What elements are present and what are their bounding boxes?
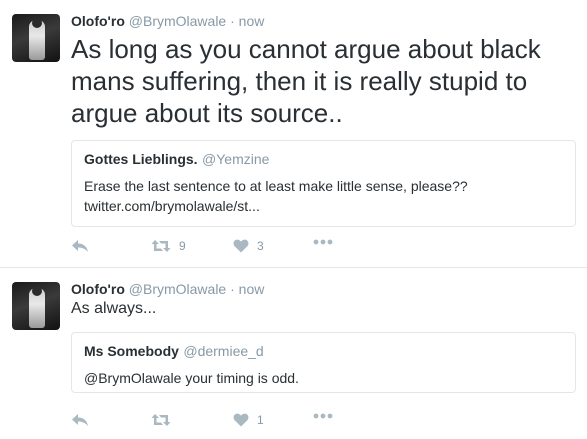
quoted-tweet[interactable]: Gottes Lieblings. @Yemzine Erase the las… bbox=[71, 140, 576, 227]
quoted-tweet-text: Erase the last sentence to at least make… bbox=[84, 178, 468, 214]
timestamp[interactable]: now bbox=[239, 281, 265, 297]
quoted-tweet[interactable]: Ms Somebody @dermiee_d @BrymOlawale your… bbox=[71, 332, 576, 393]
timestamp[interactable]: now bbox=[239, 13, 265, 29]
quoted-tweet-text: @BrymOlawale your timing is odd. bbox=[84, 370, 299, 386]
more-icon bbox=[313, 239, 333, 245]
tweet[interactable]: Olofo'ro @BrymOlawale · now As always...… bbox=[0, 268, 587, 439]
author-name[interactable]: Olofo'ro bbox=[71, 13, 125, 29]
avatar[interactable] bbox=[12, 282, 60, 330]
tweet-text: As long as you cannot argue about black … bbox=[71, 34, 541, 128]
quoted-author-name: Ms Somebody bbox=[84, 343, 179, 359]
like-count: 3 bbox=[257, 239, 264, 253]
tweet-header: Olofo'ro @BrymOlawale · now bbox=[71, 13, 264, 29]
author-name[interactable]: Olofo'ro bbox=[71, 281, 125, 297]
heart-icon bbox=[233, 413, 249, 427]
more-button[interactable] bbox=[313, 239, 333, 245]
reply-icon bbox=[72, 240, 88, 252]
retweet-count: 9 bbox=[179, 239, 186, 253]
retweet-icon bbox=[151, 240, 171, 252]
retweet-button[interactable] bbox=[151, 413, 179, 427]
separator-dot: · bbox=[230, 281, 235, 297]
author-handle[interactable]: @BrymOlawale bbox=[129, 13, 226, 29]
quoted-author-handle: @Yemzine bbox=[202, 151, 270, 167]
retweet-button[interactable]: 9 bbox=[151, 239, 186, 253]
tweet-header: Olofo'ro @BrymOlawale · now bbox=[71, 281, 264, 297]
separator-dot: · bbox=[230, 13, 235, 29]
heart-icon bbox=[233, 239, 249, 253]
avatar-head bbox=[32, 18, 42, 28]
retweet-icon bbox=[151, 414, 171, 426]
tweet[interactable]: Olofo'ro @BrymOlawale · now As long as y… bbox=[0, 0, 587, 268]
reply-icon bbox=[72, 414, 88, 426]
tweet-text: As always... bbox=[71, 300, 157, 317]
reply-button[interactable] bbox=[71, 239, 89, 253]
quoted-author-name: Gottes Lieblings. bbox=[84, 151, 198, 167]
author-handle[interactable]: @BrymOlawale bbox=[129, 281, 226, 297]
more-button[interactable] bbox=[313, 413, 333, 419]
like-count: 1 bbox=[257, 413, 264, 427]
like-button[interactable]: 1 bbox=[233, 413, 264, 427]
reply-button[interactable] bbox=[71, 413, 89, 427]
avatar-head bbox=[32, 286, 42, 296]
quoted-author-handle: @dermiee_d bbox=[183, 343, 264, 359]
avatar[interactable] bbox=[12, 14, 60, 62]
like-button[interactable]: 3 bbox=[233, 239, 264, 253]
more-icon bbox=[313, 413, 333, 419]
